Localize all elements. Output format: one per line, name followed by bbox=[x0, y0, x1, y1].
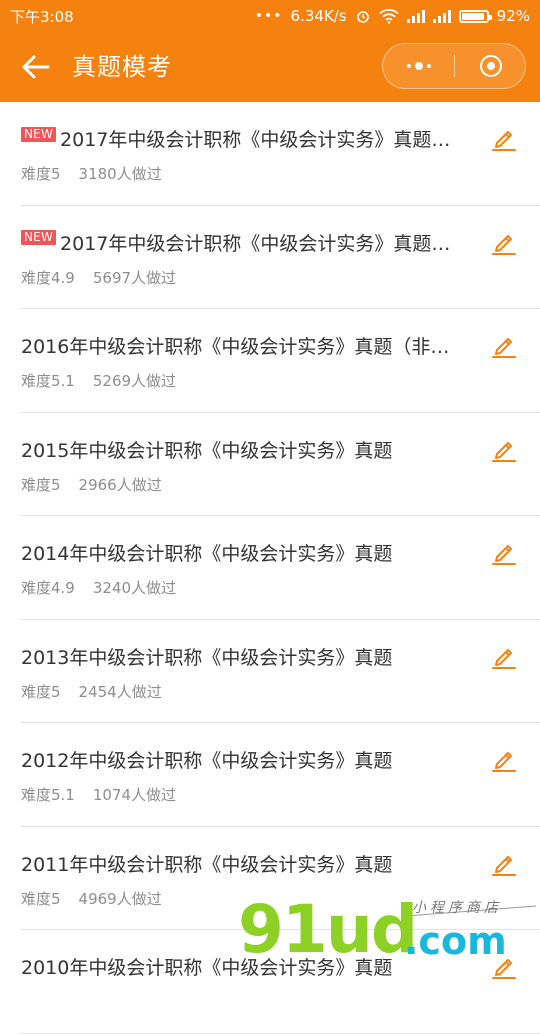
watermark-domain: .com bbox=[404, 919, 507, 960]
difficulty-label: 难度5.1 bbox=[21, 786, 75, 804]
more-dot bbox=[426, 64, 431, 68]
exam-item[interactable]: 2012年中级会计职称《中级会计实务》真题 难度5.1 1074人做过 bbox=[0, 723, 540, 827]
exam-title: 2017年中级会计职称《中级会计实务》真题… bbox=[60, 129, 451, 151]
exam-title-line: 2016年中级会计职称《中级会计实务》真题（非… bbox=[21, 332, 476, 359]
new-badge: NEW bbox=[21, 126, 57, 142]
wifi-icon bbox=[379, 9, 399, 24]
target-circle-icon bbox=[479, 55, 502, 77]
exam-item[interactable]: 2013年中级会计职称《中级会计实务》真题 难度5 2454人做过 bbox=[0, 620, 540, 724]
exam-title-line: NEW 2017年中级会计职称《中级会计实务》真题… bbox=[21, 229, 476, 256]
exam-title: 2013年中级会计职称《中级会计实务》真题 bbox=[21, 646, 393, 669]
signal-2-icon bbox=[432, 9, 451, 23]
exam-meta: 难度4.9 3240人做过 bbox=[21, 577, 176, 598]
exam-title: 2017年中级会计职称《中级会计实务》真题… bbox=[60, 232, 451, 255]
pencil-edit-icon[interactable] bbox=[490, 124, 518, 152]
exam-title: 2012年中级会计职称《中级会计实务》真题 bbox=[21, 750, 393, 772]
exam-meta bbox=[21, 991, 39, 1009]
status-dots: ••• bbox=[254, 8, 283, 24]
exam-title: 2016年中级会计职称《中级会计实务》真题（非… bbox=[21, 336, 450, 358]
attempt-count: 3180人做过 bbox=[78, 165, 162, 183]
battery-fill bbox=[461, 12, 484, 20]
network-speed: 6.34K/s bbox=[290, 7, 347, 25]
pencil-edit-icon[interactable] bbox=[490, 642, 518, 670]
exam-item[interactable]: 2016年中级会计职称《中级会计实务》真题（非… 难度5.1 5269人做过 bbox=[0, 309, 540, 413]
exam-meta: 难度5 4969人做过 bbox=[21, 888, 162, 909]
battery-icon bbox=[458, 9, 492, 23]
alarm-icon bbox=[356, 11, 369, 23]
status-bar: 下午3:08 ••• 6.34K/s 92% bbox=[0, 0, 540, 32]
exam-meta: 难度5 3180人做过 bbox=[21, 163, 162, 184]
pencil-edit-icon[interactable] bbox=[490, 538, 518, 566]
mini-program-capsule bbox=[382, 43, 526, 89]
difficulty-label: 难度4.9 bbox=[21, 579, 75, 597]
attempt-count: 2966人做过 bbox=[78, 475, 162, 494]
watermark-brand: 91ud bbox=[238, 891, 416, 960]
exam-title: 2011年中级会计职称《中级会计实务》真题 bbox=[21, 853, 393, 876]
new-badge: NEW bbox=[21, 230, 57, 245]
exam-meta: 难度5 2966人做过 bbox=[21, 474, 162, 495]
exam-title-line: 2013年中级会计职称《中级会计实务》真题 bbox=[21, 643, 476, 670]
attempt-count: 5269人做过 bbox=[92, 372, 177, 390]
difficulty-label: 难度5 bbox=[21, 889, 61, 908]
exam-title-line: 2015年中级会计职称《中级会计实务》真题 bbox=[21, 436, 476, 463]
pencil-edit-icon[interactable] bbox=[490, 849, 518, 877]
pencil-edit-icon[interactable] bbox=[490, 435, 518, 463]
pencil-edit-icon[interactable] bbox=[490, 745, 518, 773]
exam-title-line: 2012年中级会计职称《中级会计实务》真题 bbox=[21, 746, 476, 773]
close-button[interactable] bbox=[455, 44, 526, 88]
difficulty-label: 难度5.1 bbox=[21, 372, 75, 390]
exam-title-line: 2014年中级会计职称《中级会计实务》真题 bbox=[21, 539, 476, 566]
exam-title-line: NEW 2017年中级会计职称《中级会计实务》真题… bbox=[21, 125, 476, 152]
more-dot bbox=[406, 64, 411, 68]
exam-title-line: 2011年中级会计职称《中级会计实务》真题 bbox=[21, 850, 476, 877]
exam-meta: 难度5 2454人做过 bbox=[21, 681, 162, 702]
status-time: 下午3:08 bbox=[10, 7, 74, 26]
difficulty-label: 难度5 bbox=[21, 165, 61, 183]
attempt-count: 5697人做过 bbox=[92, 268, 177, 287]
watermark-logo: 91ud 小程序商店 .com bbox=[238, 891, 537, 960]
exam-meta: 难度5.1 5269人做过 bbox=[21, 370, 176, 391]
attempt-count: 2454人做过 bbox=[78, 682, 162, 701]
pencil-edit-icon[interactable] bbox=[490, 331, 518, 359]
watermark-tagline: 小程序商店 bbox=[412, 900, 502, 916]
difficulty-label: 难度4.9 bbox=[21, 268, 75, 287]
exam-meta: 难度4.9 5697人做过 bbox=[21, 267, 176, 288]
nav-bar: 真题模考 bbox=[0, 32, 540, 102]
page-title: 真题模考 bbox=[72, 53, 172, 81]
exam-meta: 难度5.1 1074人做过 bbox=[21, 784, 176, 805]
exam-title: 2015年中级会计职称《中级会计实务》真题 bbox=[21, 439, 393, 462]
more-button[interactable] bbox=[383, 44, 454, 88]
battery-percent: 92% bbox=[496, 7, 530, 25]
back-arrow-icon[interactable] bbox=[18, 50, 54, 84]
attempt-count: 4969人做过 bbox=[78, 889, 162, 908]
difficulty-label: 难度5 bbox=[21, 475, 61, 494]
exam-item[interactable]: 2014年中级会计职称《中级会计实务》真题 难度4.9 3240人做过 bbox=[0, 516, 540, 620]
attempt-count: 3240人做过 bbox=[92, 579, 177, 597]
exam-title: 2014年中级会计职称《中级会计实务》真题 bbox=[21, 543, 393, 565]
attempt-count: 1074人做过 bbox=[92, 786, 177, 804]
signal-icon bbox=[406, 9, 425, 23]
exam-item[interactable]: NEW 2017年中级会计职称《中级会计实务》真题… 难度5 3180人做过 bbox=[0, 102, 540, 206]
status-right: ••• 6.34K/s 92% bbox=[255, 7, 530, 25]
difficulty-label: 难度5 bbox=[21, 682, 61, 701]
exam-item[interactable]: NEW 2017年中级会计职称《中级会计实务》真题… 难度4.9 5697人做过 bbox=[0, 206, 540, 310]
exam-item[interactable]: 2015年中级会计职称《中级会计实务》真题 难度5 2966人做过 bbox=[0, 413, 540, 517]
pencil-edit-icon[interactable] bbox=[490, 228, 518, 256]
more-dot-center bbox=[414, 62, 423, 70]
